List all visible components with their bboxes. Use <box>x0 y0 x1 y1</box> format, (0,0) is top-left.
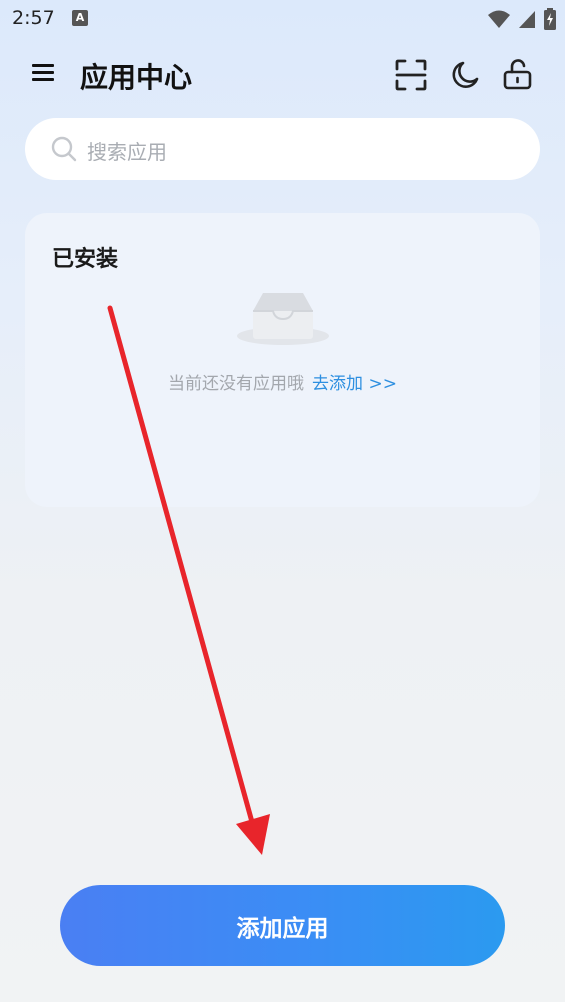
search-bar[interactable]: 搜索应用 <box>25 118 540 180</box>
page-title: 应用中心 <box>80 61 193 94</box>
search-input[interactable]: 搜索应用 <box>87 136 167 165</box>
empty-state-row: 当前还没有应用哦 去添加 >> <box>25 369 540 394</box>
status-icons <box>487 8 557 30</box>
menu-icon[interactable] <box>32 62 56 86</box>
installed-section-title: 已安装 <box>52 247 119 272</box>
signal-icon <box>519 11 535 28</box>
wifi-icon <box>488 10 510 28</box>
empty-inbox-icon <box>237 293 329 345</box>
notification-icon: A <box>72 10 88 26</box>
unlock-icon[interactable] <box>501 58 535 92</box>
scan-icon[interactable] <box>394 58 428 92</box>
add-app-button[interactable]: 添加应用 <box>60 885 505 966</box>
moon-icon[interactable] <box>448 58 482 92</box>
search-icon <box>51 136 77 162</box>
battery-charging-icon <box>544 8 556 30</box>
installed-apps-card: 已安装 当前还没有应用哦 去添加 >> <box>25 213 540 507</box>
go-add-link[interactable]: 去添加 >> <box>312 374 397 394</box>
status-time: 2:57 <box>12 7 55 29</box>
app-header: 应用中心 <box>0 48 565 102</box>
status-bar: 2:57 A <box>0 0 565 38</box>
empty-state-text: 当前还没有应用哦 <box>168 374 305 394</box>
